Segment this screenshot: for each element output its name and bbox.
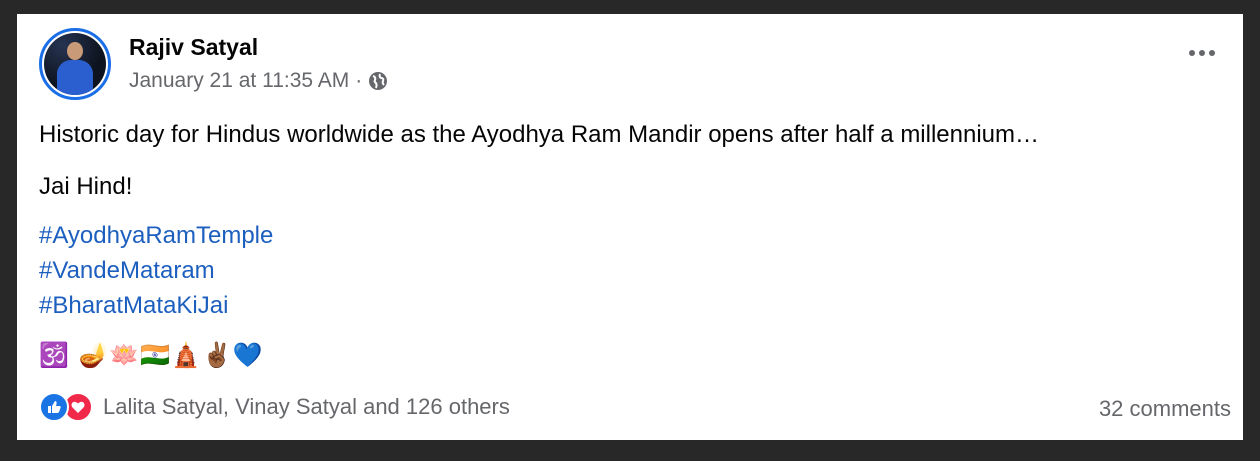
globe-icon[interactable] — [368, 71, 388, 91]
avatar-image — [44, 33, 106, 95]
hashtag-link[interactable]: #AyodhyaRamTemple — [39, 218, 1223, 253]
hashtag-link[interactable]: #BharatMataKiJai — [39, 288, 1223, 323]
comments-count[interactable]: 32 comments — [1099, 396, 1231, 422]
post-subline: January 21 at 11:35 AM · — [129, 68, 388, 94]
avatar[interactable] — [39, 28, 111, 100]
hashtag-list: #AyodhyaRamTemple #VandeMataram #BharatM… — [39, 218, 1223, 323]
more-options-icon[interactable] — [1189, 50, 1215, 56]
post-body: Historic day for Hindus worldwide as the… — [39, 120, 1223, 323]
post-meta: Rajiv Satyal January 21 at 11:35 AM · — [129, 32, 388, 94]
author-name[interactable]: Rajiv Satyal — [129, 32, 388, 62]
hashtag-link[interactable]: #VandeMataram — [39, 253, 1223, 288]
post-timestamp[interactable]: January 21 at 11:35 AM — [129, 68, 349, 94]
post-header: Rajiv Satyal January 21 at 11:35 AM · — [39, 28, 388, 100]
post-text-line-1: Historic day for Hindus worldwide as the… — [39, 121, 1040, 148]
separator-dot: · — [355, 69, 363, 92]
like-icon — [39, 392, 69, 422]
emoji-line: 🕉️ 🪔🪷🇮🇳🛕✌🏾💙 — [39, 341, 264, 369]
post-card: Rajiv Satyal January 21 at 11:35 AM · Hi… — [17, 14, 1243, 440]
post-text-line-2: Jai Hind! — [39, 173, 133, 200]
reactions-text[interactable]: Lalita Satyal, Vinay Satyal and 126 othe… — [103, 394, 510, 420]
reactions-summary[interactable]: Lalita Satyal, Vinay Satyal and 126 othe… — [39, 392, 510, 422]
